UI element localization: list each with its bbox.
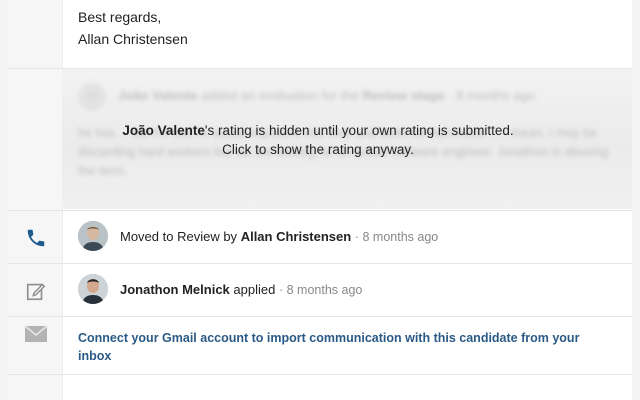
applicant-name[interactable]: Jonathon Melnick: [120, 282, 230, 297]
envelope-icon: [24, 325, 48, 342]
evaluator-name: João Valente: [118, 88, 198, 103]
evaluation-stage: Review stage: [362, 88, 445, 103]
connect-gmail-link[interactable]: Connect your Gmail account to import com…: [78, 329, 608, 365]
show-rating-notice[interactable]: João Valente's rating is hidden until yo…: [62, 121, 574, 159]
show-rating-link[interactable]: Click to show the rating anyway.: [62, 140, 574, 159]
applied-text: applied: [233, 282, 276, 297]
divider: [8, 316, 632, 317]
divider: [8, 210, 632, 211]
notice-text: 's rating is hidden until your own ratin…: [204, 123, 514, 138]
notice-evaluator-name: João Valente: [122, 123, 205, 138]
candidate-activity-panel: Best regards, Allan Christensen JV João …: [8, 0, 632, 400]
divider: [8, 374, 632, 375]
stage-move-time: 8 months ago: [362, 230, 439, 244]
email-signature: Allan Christensen: [78, 31, 188, 47]
stage-move-actor[interactable]: Allan Christensen: [241, 229, 352, 244]
stage-move-text: Moved to Review by: [120, 229, 238, 244]
phone-icon: [27, 229, 45, 247]
hidden-evaluation[interactable]: JV João Valente added an evaluation for …: [62, 69, 632, 209]
avatar: [78, 274, 108, 304]
divider: [8, 263, 632, 264]
evaluation-time: 8 months ago: [456, 88, 536, 103]
avatar: [78, 221, 108, 251]
timeline-entry-stage-move: Moved to Review by Allan Christensen · 8…: [120, 229, 439, 244]
timeline-entry-applied: Jonathon Melnick applied · 8 months ago: [120, 282, 363, 297]
evaluation-action: added an evaluation for the: [201, 88, 359, 103]
email-message-tail: Best regards, Allan Christensen: [78, 6, 188, 50]
applied-time: 8 months ago: [286, 283, 363, 297]
edit-icon: [26, 283, 46, 301]
evaluator-avatar: JV: [78, 83, 106, 111]
evaluation-header: João Valente added an evaluation for the…: [118, 88, 536, 103]
email-closing: Best regards,: [78, 9, 162, 25]
